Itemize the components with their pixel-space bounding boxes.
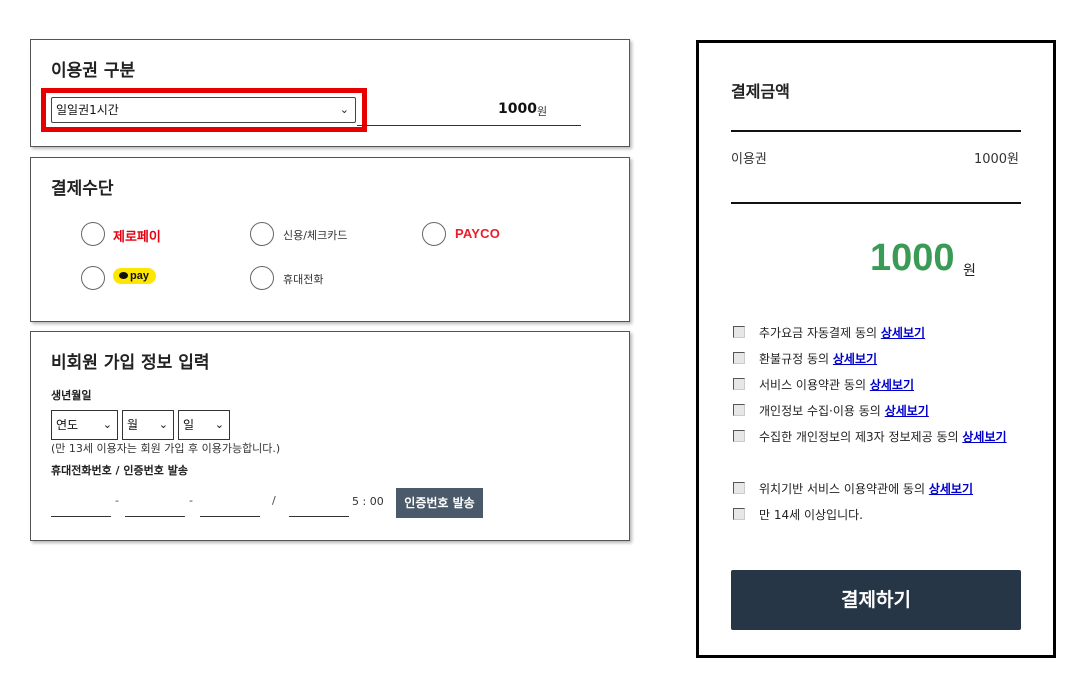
payment-method-panel: 결제수단 제로페이 신용/체크카드 PAYCO pay 휴대전화 — [30, 157, 630, 322]
guest-info-panel: 비회원 가입 정보 입력 생년월일 연도 ⌄ 월 ⌄ 일 ⌄ (만 13세 이용… — [30, 331, 630, 541]
agreement-text: 만 14세 이상입니다. — [759, 508, 863, 522]
card-label: 신용/체크카드 — [283, 229, 348, 242]
detail-link[interactable]: 상세보기 — [962, 430, 1006, 444]
phone-verify-label: 휴대전화번호 / 인증번호 발송 — [51, 464, 188, 477]
agreement-item: 개인정보 수집·이용 동의 상세보기 — [733, 398, 1023, 424]
summary-item-value: 1000원 — [973, 152, 1019, 167]
agreement-checkbox[interactable] — [733, 352, 745, 364]
agreement-checkbox[interactable] — [733, 404, 745, 416]
payment-summary-panel: 결제금액 이용권 1000원 1000 원 추가요금 자동결제 동의 상세보기 … — [696, 40, 1056, 658]
radio-card[interactable] — [250, 222, 274, 246]
summary-divider-top — [731, 130, 1021, 132]
birthdate-label: 생년월일 — [51, 389, 92, 402]
payment-method-title: 결제수단 — [51, 179, 114, 199]
summary-title: 결제금액 — [731, 82, 790, 101]
ticket-select-highlight: 일일권1시간 ⌄ — [41, 88, 367, 132]
agreement-checkbox[interactable] — [733, 508, 745, 520]
agreement-item: 만 14세 이상입니다. — [733, 502, 1023, 528]
agreement-text: 환불규정 동의 — [759, 352, 830, 366]
total-amount: 1000 — [870, 237, 955, 279]
radio-payco[interactable] — [422, 222, 446, 246]
summary-item-label: 이용권 — [731, 152, 767, 167]
birth-year-value: 연도 — [56, 418, 79, 432]
agreement-item: 위치기반 서비스 이용약관에 동의 상세보기 — [733, 476, 1023, 502]
chevron-down-icon: ⌄ — [339, 103, 349, 116]
detail-link[interactable]: 상세보기 — [870, 378, 914, 392]
radio-kakaopay[interactable] — [81, 266, 105, 290]
agreement-item: 서비스 이용약관 동의 상세보기 — [733, 372, 1023, 398]
ticket-type-panel: 이용권 구분 일일권1시간 ⌄ 1000 원 — [30, 39, 630, 147]
agreement-text: 개인정보 수집·이용 동의 — [759, 404, 881, 418]
birth-day-value: 일 — [183, 418, 195, 432]
verification-code-input[interactable] — [289, 516, 349, 517]
agreement-text: 위치기반 서비스 이용약관에 동의 — [759, 482, 926, 496]
pay-button[interactable]: 결제하기 — [731, 570, 1021, 630]
agreement-checkbox[interactable] — [733, 326, 745, 338]
detail-link[interactable]: 상세보기 — [881, 326, 925, 340]
payco-label: PAYCO — [455, 226, 501, 241]
phone-separator: - — [115, 494, 119, 507]
zeropay-label: 제로페이 — [113, 230, 161, 245]
speech-bubble-icon — [119, 272, 128, 279]
price-underline — [357, 125, 581, 126]
agreement-item: 환불규정 동의 상세보기 — [733, 346, 1023, 372]
ticket-price: 1000 — [498, 101, 537, 117]
send-verification-button[interactable]: 인증번호 발송 — [396, 488, 483, 518]
birth-month-select[interactable]: 월 ⌄ — [122, 410, 174, 440]
agreement-text: 추가요금 자동결제 동의 — [759, 326, 878, 340]
radio-phone[interactable] — [250, 266, 274, 290]
phone-part3-input[interactable] — [200, 516, 260, 517]
detail-link[interactable]: 상세보기 — [885, 404, 929, 418]
agreement-text: 수집한 개인정보의 제3자 정보제공 동의 — [759, 430, 959, 444]
chevron-down-icon: ⌄ — [158, 418, 168, 431]
agreement-item: 수집한 개인정보의 제3자 정보제공 동의 상세보기 — [729, 424, 1023, 450]
agreement-checkbox[interactable] — [733, 378, 745, 390]
chevron-down-icon: ⌄ — [102, 418, 112, 431]
chevron-down-icon: ⌄ — [214, 418, 224, 431]
ticket-type-select[interactable]: 일일권1시간 ⌄ — [51, 97, 356, 123]
code-separator: / — [272, 494, 276, 507]
agreement-checkbox[interactable] — [733, 482, 745, 494]
agreement-item: 추가요금 자동결제 동의 상세보기 — [733, 320, 1023, 346]
radio-zeropay[interactable] — [81, 222, 105, 246]
summary-divider-bottom — [731, 202, 1021, 204]
phone-part1-input[interactable] — [51, 516, 111, 517]
ticket-type-selected-value: 일일권1시간 — [56, 103, 119, 117]
kakaopay-badge: pay — [113, 268, 156, 284]
agreement-text: 서비스 이용약관 동의 — [759, 378, 866, 392]
ticket-type-title: 이용권 구분 — [51, 61, 136, 81]
phone-separator: - — [189, 494, 193, 507]
kakaopay-label: pay — [130, 270, 149, 282]
phone-part2-input[interactable] — [125, 516, 185, 517]
detail-link[interactable]: 상세보기 — [833, 352, 877, 366]
age-notice: (만 13세 이용자는 회원 가입 후 이용가능합니다.) — [51, 442, 281, 455]
agreement-checkbox[interactable] — [733, 430, 745, 442]
birth-month-value: 월 — [127, 418, 139, 432]
total-amount-unit: 원 — [963, 263, 976, 279]
birth-year-select[interactable]: 연도 ⌄ — [51, 410, 118, 440]
ticket-price-unit: 원 — [537, 105, 548, 118]
phone-label: 휴대전화 — [283, 273, 324, 286]
detail-link[interactable]: 상세보기 — [929, 482, 973, 496]
verification-timer: 5 : 00 — [352, 495, 384, 508]
guest-info-title: 비회원 가입 정보 입력 — [51, 353, 210, 373]
birth-day-select[interactable]: 일 ⌄ — [178, 410, 230, 440]
